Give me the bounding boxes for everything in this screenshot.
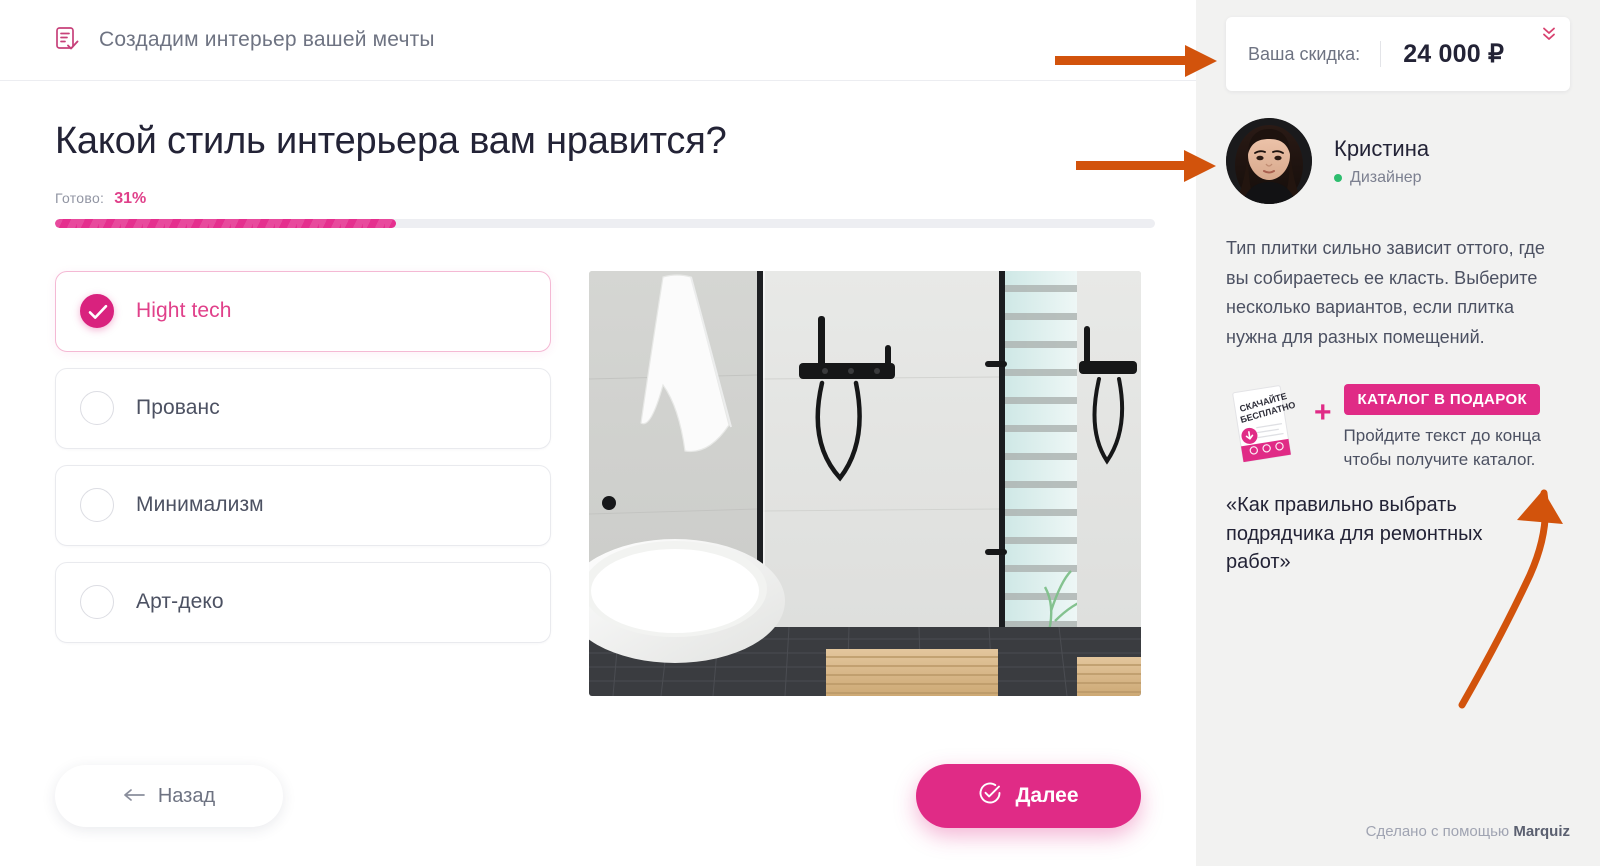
bathroom-interior-photo	[589, 270, 1141, 696]
progress-bar	[55, 218, 1155, 228]
catalog-promo-subtext: Пройдите текст до конца чтобы получите к…	[1343, 426, 1541, 470]
made-with-label: Сделано с помощью	[1365, 823, 1514, 840]
progress-value: 31%	[114, 189, 147, 207]
option-4[interactable]: Арт-деко	[55, 561, 551, 643]
option-2[interactable]: Прованс	[55, 367, 551, 449]
designer-name: Кристина	[1334, 135, 1430, 161]
catalog-promo[interactable]: СКАЧАЙТЕ БЕСПЛАТНО + КАТАЛОГ В ПОДАРОК П…	[1226, 384, 1570, 472]
main-panel: Создадим интерьер вашей мечты Какой стил…	[0, 0, 1196, 866]
option-label: Прованс	[136, 396, 220, 420]
promo-text-block: КАТАЛОГ В ПОДАРОК Пройдите текст до конц…	[1343, 384, 1570, 472]
status-dot-icon	[1334, 173, 1342, 182]
next-button[interactable]: Далее	[916, 764, 1141, 828]
discount-value: 24 000 ₽	[1403, 40, 1505, 68]
topbar: Создадим интерьер вашей мечты	[0, 0, 1196, 81]
chevron-double-down-icon[interactable]	[1541, 25, 1557, 48]
catalog-gift-badge: КАТАЛОГ В ПОДАРОК	[1343, 384, 1541, 416]
options-list: Hight tech Прованс Минимализм Арт-деко	[55, 270, 551, 696]
page-title: Создадим интерьер вашей мечты	[99, 28, 435, 51]
document-check-icon	[55, 26, 81, 54]
option-3[interactable]: Минимализм	[55, 464, 551, 546]
option-label: Минимализм	[136, 493, 264, 517]
option-label: Арт-деко	[136, 590, 224, 614]
progress-bar-fill	[55, 218, 396, 228]
quiz-app: Создадим интерьер вашей мечты Какой стил…	[0, 0, 1600, 866]
designer-role-label: Дизайнер	[1350, 168, 1422, 186]
back-button-label: Назад	[157, 784, 216, 807]
quiz-content: Какой стиль интерьера вам нравится? Гото…	[0, 81, 1196, 866]
radio-icon[interactable]	[80, 585, 114, 620]
question-body: Hight tech Прованс Минимализм Арт-деко	[55, 270, 1141, 696]
sidebar: Ваша скидка: 24 000 ₽ Кристина Дизайнер …	[1196, 0, 1600, 866]
avatar-illustration	[1226, 118, 1312, 204]
arrow-left-icon	[123, 785, 145, 808]
check-circle-icon	[978, 781, 1002, 811]
catalog-booklet-icon: СКАЧАЙТЕ БЕСПЛАТНО	[1226, 384, 1308, 466]
radio-icon[interactable]	[80, 391, 114, 426]
brand-name: Marquiz	[1513, 823, 1570, 840]
avatar	[1226, 118, 1312, 204]
progress-row: Готово: 31%	[55, 190, 1141, 208]
designer-role: Дизайнер	[1334, 169, 1429, 187]
radio-icon[interactable]	[80, 488, 114, 523]
question-title: Какой стиль интерьера вам нравится?	[55, 120, 727, 162]
made-with-footer[interactable]: Сделано с помощью Marquiz	[1366, 823, 1570, 840]
option-1[interactable]: Hight tech	[55, 270, 551, 352]
divider	[1380, 41, 1382, 67]
back-button[interactable]: Назад	[55, 765, 283, 827]
radio-checked-icon[interactable]	[80, 294, 114, 329]
discount-label: Ваша скидка:	[1248, 43, 1361, 64]
tip-text: Тип плитки сильно зависит оттого, где вы…	[1226, 238, 1545, 347]
action-bar: Назад Далее	[55, 764, 1141, 828]
progress-label: Готово:	[55, 189, 105, 206]
designer-block: Кристина Дизайнер	[1226, 118, 1570, 204]
option-label: Hight tech	[136, 299, 232, 323]
photo-illustration	[589, 270, 1141, 696]
article-quote: «Как правильно выбрать подрядчика для ре…	[1226, 494, 1483, 574]
next-button-label: Далее	[1015, 784, 1079, 807]
plus-icon: +	[1314, 396, 1332, 430]
designer-info: Кристина Дизайнер	[1334, 136, 1429, 187]
discount-card[interactable]: Ваша скидка: 24 000 ₽	[1226, 17, 1570, 91]
